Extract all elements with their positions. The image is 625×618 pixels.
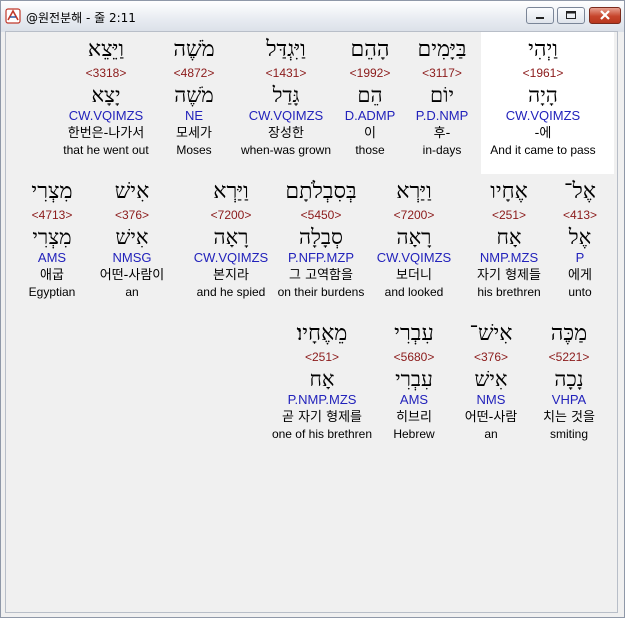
word-cell[interactable]: מֵאֶחָיו׃ <251> אָח P.NMP.MZS 곧 자기 형제를 one of… xyxy=(263,320,381,442)
minimize-button[interactable] xyxy=(526,7,554,24)
parsing-code: AMS xyxy=(37,250,67,265)
word-cell[interactable]: וַיֵּצֵא <3318> יָצָא CW.VQIMZS 한번은-나가서 that … xyxy=(47,36,165,158)
strong-number: <1961> xyxy=(522,66,564,80)
close-button[interactable] xyxy=(589,7,621,24)
hebrew-word: מִצְרִי xyxy=(31,179,73,204)
parsing-code: CW.VQIMZS xyxy=(68,108,144,123)
app-window: @원전분해 - 줄 2:11 וַיְהִי <1961> הָיָה CW.VQIM… xyxy=(0,0,625,618)
lemma-word: מִצְרִי xyxy=(32,225,72,249)
english-gloss: that he went out xyxy=(63,143,149,157)
maximize-icon xyxy=(566,11,576,19)
title-bar[interactable]: @원전분해 - 줄 2:11 xyxy=(1,1,624,32)
lemma-word: הָיָה xyxy=(528,83,558,107)
strong-number: <251> xyxy=(304,350,340,364)
window-title: @원전분해 - 줄 2:11 xyxy=(26,11,136,25)
hebrew-word: וַיְהִי xyxy=(528,37,558,62)
korean-gloss: -에 xyxy=(534,126,552,141)
strong-number: <4713> xyxy=(31,208,73,222)
english-gloss: And it came to pass xyxy=(490,143,596,157)
close-icon xyxy=(600,10,610,20)
korean-gloss: 한번은-나가서 xyxy=(67,126,145,141)
word-cell[interactable]: וַיְהִי <1961> הָיָה CW.VQIMZS -에 And it came… xyxy=(484,36,602,158)
app-logo-icon xyxy=(5,8,21,24)
word-cell[interactable]: מִצְרִי <4713> מִצְרִי AMS 애굽 Egyptian xyxy=(0,178,111,300)
hebrew-word: וַיֵּצֵא xyxy=(87,37,125,62)
english-gloss: one of his brethren xyxy=(271,427,373,441)
lemma-word: אָח xyxy=(309,367,335,391)
parsing-code: CW.VQIMZS xyxy=(505,108,581,123)
parsing-code: P.NMP.MZS xyxy=(287,392,357,407)
korean-gloss: 곧 자기 형제를 xyxy=(281,410,363,425)
lemma-word: יָצָא xyxy=(91,83,121,107)
maximize-button[interactable] xyxy=(557,7,585,24)
hebrew-word: מֵאֶחָיו׃ xyxy=(296,321,348,346)
english-gloss: Egyptian xyxy=(28,285,76,299)
korean-gloss: 애굽 xyxy=(40,268,64,283)
interlinear-panel[interactable]: וַיְהִי <1961> הָיָה CW.VQIMZS -에 And it came… xyxy=(5,31,618,613)
strong-number: <3318> xyxy=(85,66,127,80)
minimize-icon xyxy=(536,17,544,19)
